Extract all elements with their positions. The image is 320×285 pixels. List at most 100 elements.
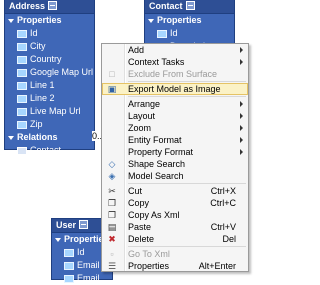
menu-item-arrange[interactable]: Arrange	[102, 98, 248, 110]
property-label: Live Map Url	[30, 106, 81, 116]
menu-item-copy-as-xml[interactable]: ❐ Copy As Xml	[102, 209, 248, 221]
context-menu: Add Context Tasks □ Exclude From Surface ▣ Ex…	[101, 43, 249, 272]
menu-item-label: Paste	[128, 222, 152, 232]
property-icon	[17, 42, 27, 51]
expand-triangle-icon[interactable]	[8, 135, 14, 140]
menu-separator	[128, 96, 246, 97]
menu-item-exclude-from-surface: □ Exclude From Surface	[102, 68, 248, 80]
submenu-arrow-icon	[240, 149, 243, 155]
menu-item-label: Export Model as Image	[128, 84, 221, 94]
methods-section-header[interactable]: Methods	[5, 157, 94, 170]
property-label: Id	[170, 28, 178, 38]
shape-search-icon: ◇	[108, 159, 116, 169]
property-icon	[17, 81, 27, 90]
property-item[interactable]: Id	[145, 27, 234, 40]
property-icon	[17, 94, 27, 103]
property-item[interactable]: Id	[5, 27, 94, 40]
property-label: Line 2	[30, 93, 55, 103]
property-item[interactable]: City	[5, 40, 94, 53]
menu-item-label: Context Tasks	[128, 57, 185, 67]
property-label: Email	[77, 273, 100, 283]
menu-item-label: Copy	[128, 198, 150, 208]
property-item[interactable]: Zip	[5, 118, 94, 131]
property-item[interactable]: Line 1	[5, 79, 94, 92]
expand-triangle-icon[interactable]	[148, 18, 154, 23]
property-icon	[64, 274, 74, 283]
address-entity[interactable]: Address Properties Id City Country Google M…	[4, 0, 95, 168]
property-icon	[17, 29, 27, 38]
submenu-arrow-icon	[240, 101, 243, 107]
entity-title: Contact	[149, 1, 183, 11]
property-item[interactable]: Country	[5, 53, 94, 66]
property-item[interactable]: Google Map Url	[5, 66, 94, 79]
menu-item-delete[interactable]: ✖ Delete Del	[102, 233, 248, 245]
properties-section-header[interactable]: Properties	[5, 14, 94, 27]
properties-section-header[interactable]: Properties	[145, 14, 234, 27]
menu-item-add[interactable]: Add	[102, 44, 248, 56]
property-item[interactable]: Email	[52, 272, 112, 285]
copy-xml-icon: ❐	[107, 210, 117, 220]
menu-item-label: Layout	[128, 111, 156, 121]
menu-item-export-model-as-image[interactable]: ▣ Export Model as Image	[102, 83, 248, 95]
relation-item[interactable]: Contact	[5, 144, 94, 157]
menu-item-label: Cut	[128, 186, 143, 196]
delete-icon: ✖	[108, 234, 116, 244]
shortcut-label: Ctrl+X	[210, 186, 236, 196]
entity-title: User	[56, 220, 77, 230]
menu-item-shape-search[interactable]: ◇ Shape Search	[102, 158, 248, 170]
section-label: Properties	[17, 15, 62, 25]
menu-item-label: Property Format	[128, 147, 194, 157]
collapsed-triangle-icon[interactable]	[8, 160, 12, 167]
menu-item-label: Shape Search	[128, 159, 186, 169]
menu-item-entity-format[interactable]: Entity Format	[102, 134, 248, 146]
entity-title: Address	[9, 1, 46, 11]
collapse-icon[interactable]	[79, 220, 89, 230]
paste-icon: ▤	[107, 222, 117, 232]
property-icon	[157, 29, 167, 38]
entity-title-bar[interactable]: Address	[5, 0, 94, 14]
menu-item-label: Arrange	[128, 99, 161, 109]
menu-item-model-search[interactable]: ◈ Model Search	[102, 170, 248, 182]
menu-item-properties[interactable]: ☰ Properties Alt+Enter	[102, 260, 248, 272]
relations-section-header[interactable]: Relations	[5, 131, 94, 144]
menu-item-label: Exclude From Surface	[128, 69, 218, 79]
menu-item-layout[interactable]: Layout	[102, 110, 248, 122]
menu-item-label: Copy As Xml	[128, 210, 180, 220]
collapse-icon[interactable]	[48, 1, 58, 11]
menu-item-cut[interactable]: ✂ Cut Ctrl+X	[102, 185, 248, 197]
property-label: Line 1	[30, 80, 55, 90]
menu-item-label: Delete	[128, 234, 155, 244]
menu-item-label: Properties	[128, 261, 170, 271]
submenu-arrow-icon	[240, 113, 243, 119]
exclude-icon: □	[109, 69, 115, 79]
entity-title-bar[interactable]: Contact	[145, 0, 234, 14]
cut-icon: ✂	[108, 186, 116, 196]
property-label: City	[30, 41, 46, 51]
expand-triangle-icon[interactable]	[55, 237, 61, 242]
submenu-arrow-icon	[240, 59, 243, 65]
menu-separator	[128, 246, 246, 247]
shortcut-label: Alt+Enter	[198, 261, 236, 271]
expand-triangle-icon[interactable]	[8, 18, 14, 23]
property-label: Country	[30, 54, 62, 64]
menu-item-paste[interactable]: ▤ Paste Ctrl+V	[102, 221, 248, 233]
menu-item-property-format[interactable]: Property Format	[102, 146, 248, 158]
menu-item-copy[interactable]: ❐ Copy Ctrl+C	[102, 197, 248, 209]
shortcut-label: Ctrl+V	[210, 222, 236, 232]
menu-item-label: Entity Format	[128, 135, 182, 145]
menu-item-context-tasks[interactable]: Context Tasks	[102, 56, 248, 68]
relation-icon	[17, 146, 27, 155]
property-icon	[64, 248, 74, 257]
submenu-arrow-icon	[240, 125, 243, 131]
collapse-icon[interactable]	[185, 1, 195, 11]
section-label: Relations	[17, 132, 58, 142]
menu-item-label: Model Search	[128, 171, 184, 181]
property-label: Email	[77, 260, 100, 270]
menu-item-zoom[interactable]: Zoom	[102, 122, 248, 134]
property-item[interactable]: Line 2	[5, 92, 94, 105]
property-icon	[17, 120, 27, 129]
property-label: Zip	[30, 119, 43, 129]
menu-separator	[128, 81, 246, 82]
property-item[interactable]: Live Map Url	[5, 105, 94, 118]
shortcut-label: Ctrl+C	[210, 198, 236, 208]
